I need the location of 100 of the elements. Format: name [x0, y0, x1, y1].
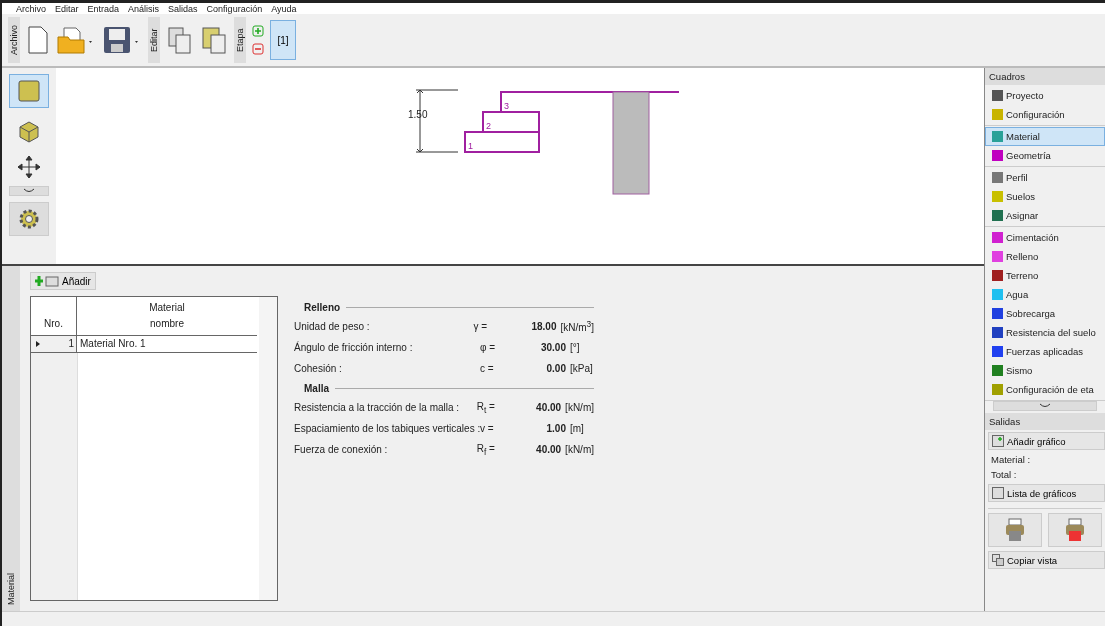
property-value: 1.00	[545, 423, 567, 434]
add-stage-icon[interactable]	[252, 25, 264, 37]
property-unit: [kN/m]	[565, 402, 594, 413]
navigation-item[interactable]: Suelos	[985, 187, 1105, 206]
copy-view-button[interactable]: Copiar vista	[988, 551, 1105, 569]
copy-icon[interactable]	[166, 25, 194, 55]
navigation-item[interactable]: Agua	[985, 285, 1105, 304]
square-icon	[992, 90, 1003, 101]
property-value: 30.00	[539, 342, 567, 353]
column-header: Material nombre	[148, 301, 186, 331]
property-unit: [kN/m]	[565, 444, 594, 455]
expand-button[interactable]	[9, 186, 49, 196]
menu-item[interactable]: Configuración	[206, 5, 263, 14]
panel-header: Salidas	[985, 413, 1105, 430]
chart-list-button[interactable]: Lista de gráficos	[988, 484, 1105, 502]
square-icon	[992, 346, 1003, 357]
toolbar-group-label: Editar	[148, 17, 160, 63]
navigation-item[interactable]: Material	[985, 127, 1105, 146]
square-icon	[992, 365, 1003, 376]
navigation-item[interactable]: Geometría	[985, 146, 1105, 165]
navigation-item[interactable]: Cimentación	[985, 228, 1105, 247]
copy-icon	[992, 554, 1004, 566]
navigation-item[interactable]: Sismo	[985, 361, 1105, 380]
property-value: 18.00	[530, 321, 558, 332]
layer-number: 3	[504, 101, 509, 111]
square-icon	[992, 109, 1003, 120]
square-icon	[992, 384, 1003, 395]
count-label: Material :	[990, 453, 1032, 467]
square-icon	[992, 251, 1003, 262]
navigation-item[interactable]: Proyecto	[985, 86, 1105, 105]
move-icon[interactable]	[16, 154, 42, 180]
navigation-item[interactable]: Fuerzas aplicadas	[985, 342, 1105, 361]
navigation-item[interactable]: Asignar	[985, 206, 1105, 225]
print-pdf-button[interactable]	[1048, 513, 1102, 547]
menu-item[interactable]: Salidas	[168, 5, 198, 14]
property-unit: [°]	[570, 342, 580, 353]
property-symbol: R$_{t}$ =	[476, 400, 496, 415]
chevron-icon	[23, 188, 35, 194]
chevron-icon	[1039, 403, 1051, 409]
menu-item[interactable]: Entrada	[87, 5, 120, 14]
property-unit: [kN/m$^{3}$]	[560, 319, 594, 334]
view-2d-button[interactable]	[9, 74, 49, 108]
paste-icon[interactable]	[200, 25, 228, 55]
square-icon	[992, 150, 1003, 161]
add-chart-button[interactable]: Añadir gráfico	[988, 432, 1105, 450]
square-icon	[992, 289, 1003, 300]
settings-button[interactable]	[9, 202, 49, 236]
navigation-item[interactable]: Sobrecarga	[985, 304, 1105, 323]
property-unit: [kPa]	[570, 363, 593, 374]
section-title: Malla	[304, 382, 329, 394]
property-symbol: γ =	[473, 321, 489, 332]
side-tab[interactable]: Material	[2, 266, 20, 611]
property-label: Espaciamiento de los tabiques verticales :	[294, 423, 480, 434]
count-label: Total :	[990, 468, 1018, 482]
print-button[interactable]	[988, 513, 1042, 547]
menu-item[interactable]: Ayuda	[271, 5, 297, 14]
toolbar-group-label: Etapa	[234, 17, 246, 63]
toolbar-group-label: Archivo	[8, 17, 20, 63]
layer-number: 1	[468, 141, 473, 151]
add-icon	[35, 275, 59, 287]
property-value: 0.00	[545, 363, 567, 374]
scrollbar[interactable]	[259, 297, 277, 600]
navigation-item[interactable]: Configuración	[985, 105, 1105, 124]
section-title: Relleno	[304, 301, 341, 313]
navigation-item[interactable]: Configuración de eta	[985, 380, 1105, 399]
property-label: Fuerza de conexión :	[294, 444, 389, 455]
table-cell-text: 1	[68, 337, 74, 351]
property-unit: [m]	[570, 423, 584, 434]
chart-add-icon	[992, 435, 1004, 447]
dimension-label: 1.50	[408, 109, 428, 120]
square-icon	[992, 210, 1003, 221]
menu-item[interactable]: Editar	[55, 5, 79, 14]
square-icon	[992, 131, 1003, 142]
new-file-icon[interactable]	[26, 25, 50, 55]
property-value: 40.00	[535, 444, 563, 455]
navigation-item[interactable]: Relleno	[985, 247, 1105, 266]
property-value: 40.00	[535, 402, 563, 413]
remove-stage-icon[interactable]	[252, 43, 264, 55]
property-label: Ángulo de fricción interno :	[294, 342, 414, 353]
add-button[interactable]: Añadir	[30, 272, 96, 290]
table-cell-text: Material Nro. 1	[79, 337, 147, 351]
menu-item[interactable]: Archivo	[16, 5, 46, 14]
property-symbol: R$_{f}$ =	[476, 442, 496, 457]
cube-icon	[17, 119, 41, 143]
panel-header: Cuadros	[985, 68, 1105, 85]
square-icon	[992, 308, 1003, 319]
table-row[interactable]: 1 Material Nro. 1	[31, 336, 257, 353]
printer-icon	[1005, 517, 1025, 543]
list-icon	[992, 487, 1004, 499]
square-icon	[17, 79, 41, 103]
stage-button[interactable]: [1]	[270, 20, 296, 60]
menu-item[interactable]: Análisis	[128, 5, 160, 14]
navigation-item[interactable]: Perfil	[985, 168, 1105, 187]
printer-icon	[1065, 517, 1085, 543]
navigation-item[interactable]: Terreno	[985, 266, 1105, 285]
square-icon	[992, 327, 1003, 338]
navigation-item[interactable]: Resistencia del suelo	[985, 323, 1105, 342]
property-label: Cohesión :	[294, 363, 343, 374]
row-pointer-icon	[35, 340, 41, 348]
property-symbol: φ =	[480, 342, 497, 353]
